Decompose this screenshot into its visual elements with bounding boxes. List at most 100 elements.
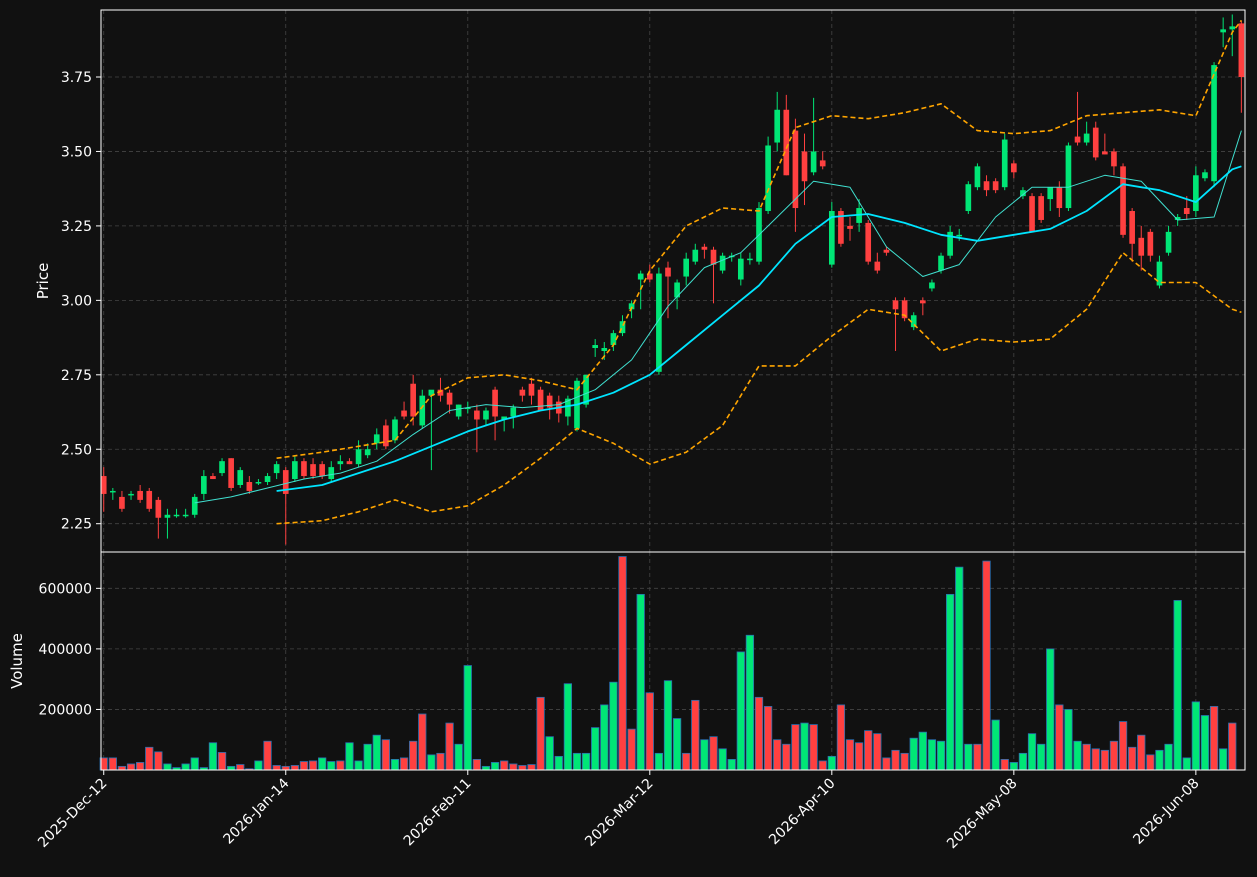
volume-bar-down <box>381 739 390 771</box>
volume-y-tick-label: 400000 <box>39 642 92 658</box>
volume-bar-up <box>581 752 591 771</box>
volume-bar-up <box>390 759 400 771</box>
volume-bar-down <box>527 764 536 771</box>
volume-bar-down <box>518 765 527 771</box>
volume-bar-down <box>1055 704 1064 771</box>
candle-down <box>519 389 526 396</box>
candle-down <box>146 490 153 509</box>
candle-up <box>173 514 180 517</box>
volume-bar-down <box>472 759 482 771</box>
candle-down <box>983 181 990 191</box>
candle-down <box>155 499 162 518</box>
volume-bar-up <box>1200 715 1210 771</box>
candle-up <box>810 151 817 173</box>
candle-up <box>774 109 781 143</box>
volume-bar-down <box>709 736 718 771</box>
volume-bar-down <box>809 724 818 771</box>
volume-bar-down <box>882 757 891 771</box>
candle-up <box>337 461 344 465</box>
candle-up <box>1211 65 1217 182</box>
price-y-tick-label: 3.25 <box>61 219 92 235</box>
candle-down <box>492 389 498 417</box>
volume-bar-down <box>445 722 454 771</box>
candle-up <box>264 476 271 483</box>
volume-y-tick-label: 600000 <box>39 581 92 597</box>
volume-bar-up <box>463 665 472 771</box>
candle-up <box>1047 187 1054 200</box>
candle-up <box>292 461 298 480</box>
volume-bar-up <box>636 593 645 771</box>
volume-bar-up <box>945 593 955 771</box>
volume-bar-up <box>600 704 609 771</box>
candle-up <box>1229 26 1236 30</box>
volume-bar-down <box>1128 746 1137 771</box>
candle-up <box>719 255 726 271</box>
volume-bar-down <box>299 761 309 771</box>
volume-bar-up <box>927 739 937 771</box>
volume-bar-up <box>936 740 946 771</box>
volume-bar-up <box>318 757 327 771</box>
candle-down <box>1129 211 1135 244</box>
volume-bar-up <box>909 737 918 771</box>
volume-bar-up <box>1219 748 1228 771</box>
candle-down <box>847 225 853 229</box>
candle-up <box>364 449 371 456</box>
candle-down <box>1120 166 1126 235</box>
volume-bar-up <box>1018 752 1028 771</box>
candle-up <box>1220 29 1226 33</box>
candle-up <box>164 514 171 518</box>
candle-up <box>255 482 262 484</box>
volume-bar-up <box>1182 757 1191 771</box>
candle-down <box>474 410 480 420</box>
candle-down <box>446 392 453 405</box>
candle-up <box>737 258 744 280</box>
volume-bar-down <box>1082 743 1091 771</box>
candle-down <box>346 461 353 465</box>
volume-bar-up <box>572 752 582 771</box>
volume-axis-label: Volume <box>8 633 26 689</box>
candle-down <box>246 482 253 491</box>
candle-up <box>1193 175 1199 212</box>
volume-bar-up <box>1164 743 1173 771</box>
candle-up <box>965 184 972 212</box>
volume-bar-up <box>918 731 927 771</box>
candle-up <box>355 449 362 465</box>
volume-bar-down <box>1118 721 1128 771</box>
candle-down <box>301 461 307 477</box>
candle-up <box>455 404 462 417</box>
candle-up <box>191 496 198 515</box>
volume-bar-up <box>227 765 236 771</box>
volume-bar-up <box>181 763 190 771</box>
volume-bar-down <box>500 760 509 771</box>
candle-down <box>1074 136 1081 143</box>
volume-bar-down <box>791 724 800 771</box>
volume-bar-up <box>1155 749 1164 771</box>
candle-up <box>938 255 944 271</box>
volume-bar-down <box>1000 759 1009 771</box>
volume-bar-up <box>545 736 554 771</box>
volume-bar-down <box>836 704 846 771</box>
candle-up <box>510 407 517 417</box>
volume-bar-down <box>818 760 827 771</box>
candle-up <box>182 514 189 517</box>
candle-down <box>528 383 535 396</box>
volume-bar-down <box>1137 734 1146 771</box>
volume-bar-down <box>126 763 136 771</box>
volume-bar-down <box>973 743 982 771</box>
candle-down <box>1183 208 1190 214</box>
candle-down <box>792 130 799 209</box>
volume-bar-up <box>1046 648 1055 771</box>
candle-up <box>1083 133 1090 143</box>
candle-down <box>801 151 808 182</box>
candle-down <box>892 300 899 310</box>
volume-bar-down <box>1228 722 1237 771</box>
volume-bar-up <box>163 763 172 771</box>
candle-down <box>1011 163 1017 173</box>
price-y-tick-label: 2.25 <box>61 517 92 533</box>
volume-bar-up <box>254 760 263 771</box>
volume-bar-down <box>982 560 991 771</box>
volume-bar-up <box>208 742 218 771</box>
volume-bar-down <box>281 765 290 771</box>
volume-bar-down <box>418 713 427 771</box>
volume-bar-up <box>1173 600 1182 771</box>
